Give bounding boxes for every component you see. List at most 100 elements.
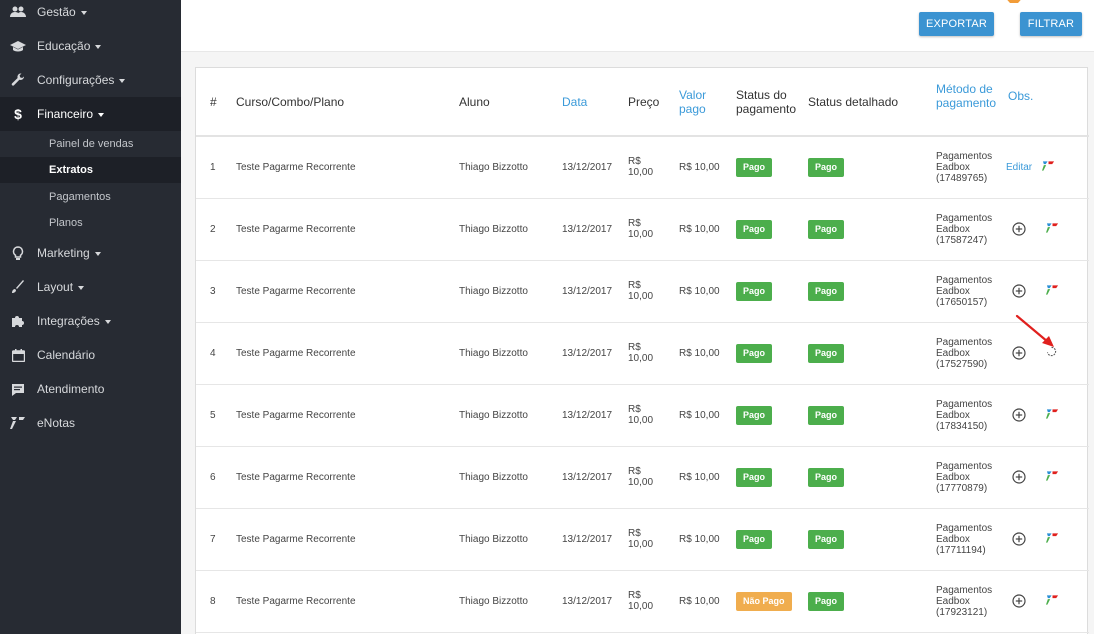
price-currency: R$	[628, 280, 641, 291]
cell-payment-method: Pagamentos Eadbox (17650157)	[936, 260, 1008, 323]
cell-date: 13/12/2017	[562, 322, 628, 385]
enotas-icon[interactable]	[1046, 594, 1060, 608]
sidebar-item-educacao[interactable]: Educação	[0, 29, 181, 63]
cell-course: Teste Pagarme Recorrente	[224, 446, 459, 509]
sidebar-subitem-pagamentos[interactable]: Pagamentos	[0, 184, 181, 210]
enotas-icon	[10, 415, 26, 431]
column-header-number: #	[196, 68, 224, 137]
plus-circle-icon[interactable]	[1012, 284, 1026, 298]
column-header-paid-value[interactable]: Valor pago	[679, 68, 736, 137]
cell-obs	[1008, 384, 1089, 447]
method-line: Eadbox	[936, 595, 970, 607]
cell-payment-method: Pagamentos Eadbox (17527590)	[936, 322, 1008, 385]
cell-obs	[1008, 446, 1089, 509]
table-row: 2 Teste Pagarme Recorrente Thiago Bizzotto…	[196, 198, 1089, 261]
sidebar-item-integracoes[interactable]: Integrações	[0, 304, 181, 338]
cell-payment-status: Pago	[736, 508, 808, 571]
method-line: (17923121)	[936, 606, 988, 618]
method-line: Pagamentos	[936, 460, 993, 472]
enotas-icon[interactable]	[1046, 470, 1060, 484]
puzzle-icon	[10, 313, 26, 329]
sidebar-subitem-planos[interactable]: Planos	[0, 210, 181, 236]
sidebar-item-label: Atendimento	[37, 382, 105, 396]
method-line: (17770879)	[936, 482, 988, 494]
column-header-payment-method[interactable]: Método de pagamento	[936, 68, 1008, 137]
caret-down-icon	[94, 251, 101, 256]
cell-payment-status: Pago	[736, 322, 808, 385]
enotas-icon[interactable]	[1042, 160, 1056, 174]
caret-down-icon	[104, 319, 111, 324]
cell-payment-method: Pagamentos Eadbox (17770879)	[936, 446, 1008, 509]
column-header-date[interactable]: Data	[562, 68, 628, 137]
method-line: (17527590)	[936, 358, 988, 370]
status-badge: Não Pago	[736, 591, 792, 611]
cell-date: 13/12/2017	[562, 198, 628, 261]
column-header-obs[interactable]: Obs.	[1008, 68, 1089, 137]
sidebar-item-label: Financeiro	[37, 107, 94, 121]
plus-circle-icon[interactable]	[1012, 222, 1026, 236]
method-line: Pagamentos	[936, 336, 993, 348]
price-amount: 10,00	[628, 229, 654, 240]
sidebar-item-layout[interactable]: Layout	[0, 270, 181, 304]
cell-date: 13/12/2017	[562, 136, 628, 199]
sidebar-item-configuracoes[interactable]: Configurações	[0, 63, 181, 97]
filter-button[interactable]: FILTRAR	[1020, 12, 1082, 36]
cell-obs	[1008, 198, 1089, 261]
caret-down-icon	[80, 10, 87, 15]
status-badge: Pago	[736, 405, 773, 425]
enotas-icon[interactable]	[1046, 284, 1060, 298]
cell-detailed-status: Pago	[808, 198, 936, 261]
enotas-icon[interactable]	[1046, 532, 1060, 546]
plus-circle-icon[interactable]	[1012, 408, 1026, 422]
sidebar-item-calendario[interactable]: Calendário	[0, 338, 181, 372]
caret-down-icon	[78, 285, 85, 290]
notification-indicator	[1007, 0, 1021, 3]
cell-payment-status: Pago	[736, 260, 808, 323]
enotas-icon[interactable]	[1046, 408, 1060, 422]
table-row: 1 Teste Pagarme Recorrente Thiago Bizzotto…	[196, 136, 1089, 199]
plus-circle-icon[interactable]	[1012, 532, 1026, 546]
column-header-detailed-status: Status detalhado	[808, 68, 936, 137]
price-amount: 10,00	[628, 353, 654, 364]
status-badge: Pago	[736, 467, 773, 487]
cell-paid-value: R$ 10,00	[679, 508, 736, 571]
table-header-row: # Curso/Combo/Plano Aluno Data Preço Val…	[196, 68, 1089, 137]
cell-price: R$ 10,00	[628, 136, 679, 199]
status-badge: Pago	[736, 219, 773, 239]
method-line: (17489765)	[936, 172, 988, 184]
edit-link[interactable]: Editar	[1006, 162, 1032, 173]
sidebar-item-financeiro[interactable]: $ Financeiro	[0, 97, 181, 131]
sidebar-item-label: Educação	[37, 39, 91, 53]
cell-number: 1	[196, 136, 224, 199]
cell-price: R$ 10,00	[628, 322, 679, 385]
cell-payment-status: Pago	[736, 384, 808, 447]
enotas-icon[interactable]	[1046, 222, 1060, 236]
cell-date: 13/12/2017	[562, 260, 628, 323]
loading-spinner-icon	[1046, 346, 1060, 360]
cell-payment-status: Não Pago	[736, 570, 808, 633]
price-amount: 10,00	[628, 477, 654, 488]
sidebar-item-marketing[interactable]: Marketing	[0, 236, 181, 270]
method-line: Pagamentos	[936, 522, 993, 534]
sidebar-item-gestao[interactable]: Gestão	[0, 0, 181, 29]
method-line: (17650157)	[936, 296, 988, 308]
plus-circle-icon[interactable]	[1012, 594, 1026, 608]
sidebar-subitem-painel-de-vendas[interactable]: Painel de vendas	[0, 131, 181, 157]
sidebar-item-label: Gestão	[37, 5, 76, 19]
sidebar-subitem-extratos[interactable]: Extratos	[0, 157, 181, 183]
sidebar-item-enotas[interactable]: eNotas	[0, 406, 181, 440]
cell-detailed-status: Pago	[808, 322, 936, 385]
cell-price: R$ 10,00	[628, 508, 679, 571]
cell-number: 5	[196, 384, 224, 447]
plus-circle-icon[interactable]	[1012, 470, 1026, 484]
header-line: pagamento	[736, 101, 797, 116]
plus-circle-icon[interactable]	[1012, 346, 1026, 360]
cell-payment-status: Pago	[736, 198, 808, 261]
cell-payment-status: Pago	[736, 446, 808, 509]
method-line: (17711194)	[936, 544, 986, 556]
sidebar-item-atendimento[interactable]: Atendimento	[0, 372, 181, 406]
table-row: 6 Teste Pagarme Recorrente Thiago Bizzotto…	[196, 446, 1089, 509]
cell-price: R$ 10,00	[628, 198, 679, 261]
export-button[interactable]: EXPORTAR	[919, 12, 994, 36]
cell-obs	[1008, 570, 1089, 633]
